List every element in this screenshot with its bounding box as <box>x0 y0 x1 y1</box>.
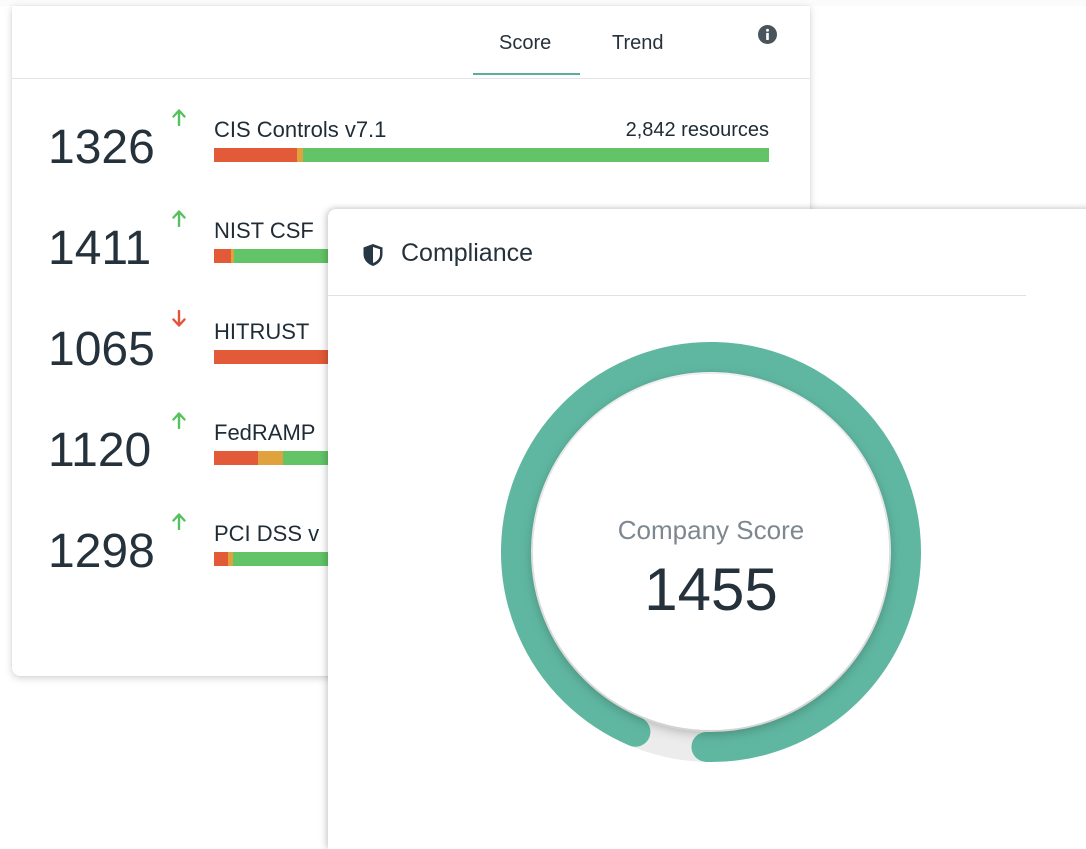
arrow-up-icon <box>172 412 186 429</box>
framework-name[interactable]: HITRUST <box>214 319 309 345</box>
company-score-value: 1455 <box>644 556 778 623</box>
gauge-inner <box>533 374 889 730</box>
tab-trend[interactable]: Trend <box>612 32 664 55</box>
compliance-card: Compliance Company Score 1455 <box>328 209 1086 849</box>
framework-row[interactable]: 1326 CIS Controls v7.1 2,842 resources <box>12 100 810 190</box>
compliance-title: Compliance <box>401 239 534 267</box>
info-icon[interactable] <box>758 25 777 44</box>
framework-score: 1326 <box>48 121 155 174</box>
bar-segment <box>214 451 259 465</box>
active-tab-indicator <box>473 73 580 75</box>
shield-icon <box>363 244 383 266</box>
framework-name[interactable]: NIST CSF <box>214 218 314 244</box>
tab-score[interactable]: Score <box>499 32 551 55</box>
arrow-up-icon <box>172 109 186 126</box>
arrow-up-icon <box>172 210 186 227</box>
framework-name[interactable]: PCI DSS v <box>214 521 319 547</box>
framework-name[interactable]: CIS Controls v7.1 <box>214 117 386 143</box>
score-gauge <box>501 342 921 762</box>
arrow-up-icon <box>172 513 186 530</box>
framework-score: 1411 <box>48 222 152 275</box>
framework-score: 1298 <box>48 525 155 578</box>
framework-score: 1120 <box>48 424 152 477</box>
bar-segment <box>214 148 298 162</box>
company-score-label: Company Score <box>617 515 805 545</box>
compliance-bar <box>214 148 769 162</box>
bar-segment <box>302 148 769 162</box>
arrow-down-icon <box>172 310 186 327</box>
bar-segment <box>258 451 284 465</box>
framework-score: 1065 <box>48 323 155 376</box>
framework-name[interactable]: FedRAMP <box>214 420 315 446</box>
resource-count: 2,842 resources <box>625 119 769 141</box>
bar-segment <box>214 552 228 566</box>
compliance-header: Compliance <box>328 209 1026 296</box>
bar-segment <box>214 249 231 263</box>
tab-bar: Score Trend <box>12 6 810 79</box>
